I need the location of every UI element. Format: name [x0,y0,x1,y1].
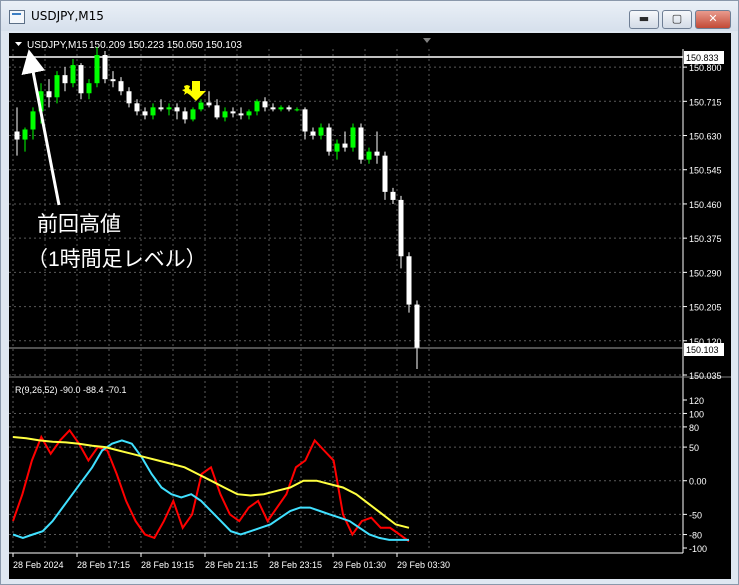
time-tick-label: 28 Feb 17:15 [77,560,130,570]
candle-body [166,107,172,110]
candle-body [126,91,132,104]
symbol-label: USDJPY,M15 [27,40,88,51]
title-bar[interactable]: USDJPY,M15 ▬ ▢ ✕ [1,1,738,31]
candle-body [86,83,92,94]
price-tick-label: 150.545 [689,166,722,176]
chart-shift-marker-icon[interactable] [423,38,431,43]
chart-window-icon [9,10,25,24]
price-tick-label: 150.375 [689,234,722,244]
candle-body [334,143,340,152]
price-tick-label: 150.290 [689,268,722,278]
indicator-tick-label: 100 [689,409,704,419]
candle-body [390,191,396,200]
candle-body [158,107,164,110]
candle-body [150,107,156,116]
candle-body [310,131,316,136]
indicator-tick-label: -80 [689,531,702,541]
indicator-label: R(9,26,52) -90.0 -88.4 -70.1 [15,385,127,395]
candle-body [70,65,76,84]
time-tick-label: 28 Feb 23:15 [269,560,322,570]
candles [14,46,420,369]
candle-body [142,111,148,116]
indicator-tick-label: 120 [689,396,704,406]
ohlc-label: 150.209 150.223 150.050 150.103 [89,40,242,51]
time-tick-label: 29 Feb 01:30 [333,560,386,570]
candle-body [318,127,324,136]
candle-body [62,75,68,84]
candle-body [294,109,300,111]
price-tick-label: 150.035 [689,371,722,381]
indicator-tick-label: -100 [689,544,707,554]
candle-body [326,127,332,152]
candle-body [286,107,292,110]
chart-window: USDJPY,M15 ▬ ▢ ✕ USDJPY,M15 150.209 150.… [0,0,739,585]
candle-body [254,101,260,112]
candle-body [278,107,284,110]
candle-body [222,111,228,118]
candle-body [350,127,356,148]
candle-body [374,151,380,156]
candle-body [46,91,52,98]
candle-body [102,55,108,80]
candle-body [414,304,420,348]
candle-body [14,131,20,140]
buy-signal-arrow-icon [182,81,206,101]
close-button[interactable]: ✕ [695,10,731,29]
time-tick-label: 28 Feb 19:15 [141,560,194,570]
time-tick-label: 28 Feb 21:15 [205,560,258,570]
price-tick-label: 150.800 [689,63,722,73]
candle-body [198,102,204,110]
candle-body [342,143,348,148]
indicator-axis: 120 100 80 50 0.00 -50 -80 -100 [683,396,707,554]
indicator-tick-label: -50 [689,510,702,520]
candle-body [182,111,188,120]
candle-body [174,107,180,112]
candle-body [398,199,404,257]
price-tick-label: 150.715 [689,97,722,107]
current-price-label: 150.103 [686,345,719,355]
indicator-tick-label: 50 [689,443,699,453]
time-tick-label: 28 Feb 2024 [13,560,64,570]
price-axis: 150.800 150.715 150.630 150.545 150.460 150.3… [683,63,722,381]
candle-body [94,55,100,84]
time-tick-label: 29 Feb 03:30 [397,560,450,570]
annotation-previous-high: 前回高値 [37,213,121,236]
chart-canvas[interactable]: USDJPY,M15 150.209 150.223 150.050 150.1… [9,33,731,579]
candle-body [246,111,252,116]
maximize-button[interactable]: ▢ [662,10,692,29]
high-price-label: 150.833 [686,53,719,63]
candle-body [30,111,36,130]
minimize-button[interactable]: ▬ [629,10,659,29]
candle-body [382,155,388,192]
candle-body [22,129,28,140]
price-chart-area[interactable]: USDJPY,M15 150.209 150.223 150.050 150.1… [9,33,731,579]
candle-body [54,75,60,98]
candle-body [406,256,412,305]
candle-body [262,101,268,108]
candle-body [238,113,244,116]
candle-body [366,151,372,160]
candle-body [190,109,196,120]
candle-body [270,107,276,110]
candle-body [302,109,308,132]
candle-body [214,105,220,118]
candle-body [134,103,140,112]
price-tick-label: 150.630 [689,132,722,142]
candle-body [230,111,236,114]
candle-body [78,65,84,94]
grid [9,49,683,551]
annotation-timeframe-level: （1時間足レベル） [27,248,207,271]
candle-body [110,79,116,82]
indicator-tick-label: 0.00 [689,477,707,487]
indicator-tick-label: 80 [689,423,699,433]
time-axis: 28 Feb 2024 28 Feb 17:15 28 Feb 19:15 28 Fe… [12,553,450,570]
price-tick-label: 150.205 [689,303,722,313]
window-title: USDJPY,M15 [31,9,104,23]
candle-body [358,127,364,160]
symbol-dropdown-icon[interactable] [15,42,22,46]
price-tick-label: 150.460 [689,200,722,210]
candle-body [118,81,124,92]
candle-body [206,102,212,106]
